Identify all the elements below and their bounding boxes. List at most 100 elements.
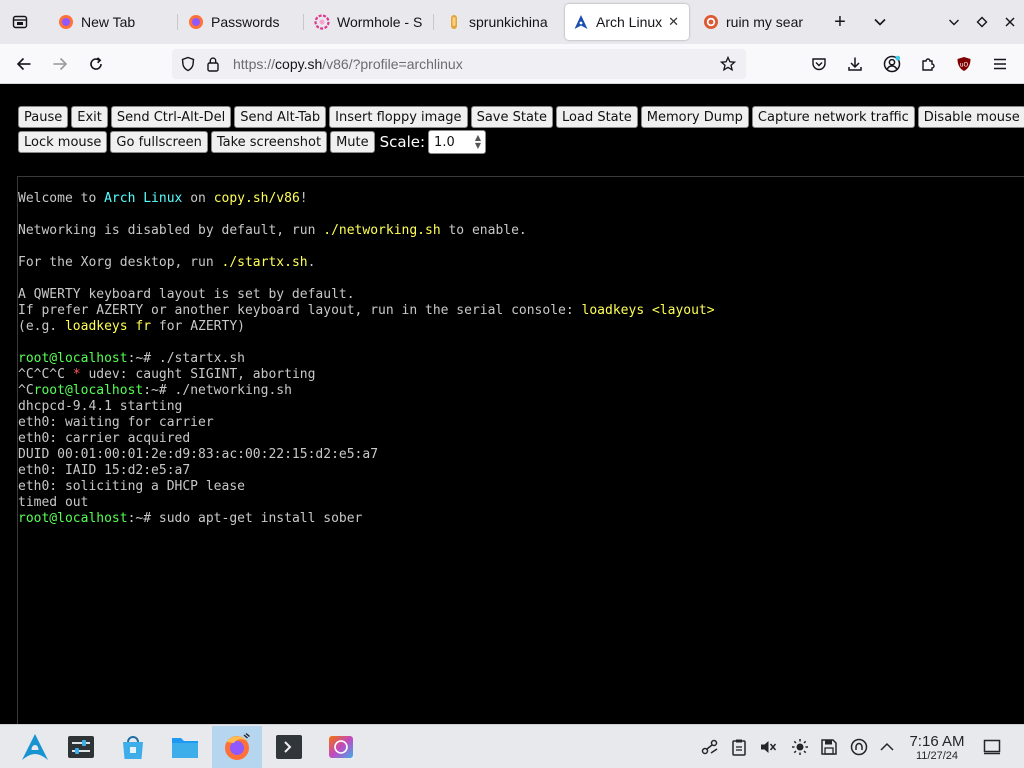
tray-expand-icon xyxy=(880,742,894,751)
tab-title: ruin my sear xyxy=(726,14,804,30)
tab-title: Arch Linux xyxy=(596,14,663,30)
save-icon xyxy=(821,739,837,755)
taskbar-firefox[interactable] xyxy=(212,726,262,768)
terminal-line: Welcome to Arch Linux on copy.sh/v86! xyxy=(18,191,715,207)
url-host: copy.sh xyxy=(275,56,323,72)
emulator-screen[interactable]: Welcome to Arch Linux on copy.sh/v86! Net… xyxy=(17,176,1024,724)
go-fullscreen-button[interactable]: Go fullscreen xyxy=(110,131,208,153)
pause-button[interactable]: Pause xyxy=(18,106,69,128)
digital-clock[interactable]: 7:16 AM 11/27/24 xyxy=(900,733,974,763)
tab-ruin-my-search[interactable]: ruin my sear xyxy=(695,4,815,40)
pocket-icon xyxy=(812,58,826,71)
terminal-text: copy.sh/v86 xyxy=(213,191,300,206)
taskbar-image-viewer[interactable] xyxy=(316,726,366,768)
site-info-button[interactable] xyxy=(200,49,226,79)
tray-storage[interactable] xyxy=(819,737,839,757)
controls-row-1: Pause Exit Send Ctrl-Alt-Del Send Alt-Tab In… xyxy=(18,106,1024,128)
navigation-toolbar: https://copy.sh/v86/?profile=archlinux u… xyxy=(0,44,1024,84)
capture-network-traffic-button[interactable]: Capture network traffic xyxy=(751,106,915,128)
send-alt-tab-button[interactable]: Send Alt-Tab xyxy=(234,106,327,128)
terminal-line: ^C^C^C * udev: caught SIGINT, aborting xyxy=(18,367,715,383)
tab-arch-linux[interactable]: Arch Linux ✕ xyxy=(565,4,689,40)
arch-launcher-icon xyxy=(22,734,48,760)
terminal-text: Networking is disabled by default, run xyxy=(18,223,324,238)
extensions-button[interactable] xyxy=(913,49,943,79)
tray-brightness[interactable] xyxy=(790,737,810,757)
save-state-button[interactable]: Save State xyxy=(470,106,554,128)
close-window-button[interactable] xyxy=(996,8,1024,36)
terminal-line: root@localhost:~# sudo apt-get install s… xyxy=(18,511,715,527)
tab-new-tab[interactable]: New Tab xyxy=(50,4,174,40)
volume-muted-icon xyxy=(761,741,777,753)
load-state-button[interactable]: Load State xyxy=(556,106,638,128)
duckduckgo-icon xyxy=(703,14,719,30)
terminal-text: ^C xyxy=(18,383,34,398)
terminal-text: eth0: carrier acquired xyxy=(18,431,191,446)
pocket-button[interactable] xyxy=(804,49,834,79)
terminal-text: root@localhost xyxy=(18,351,128,366)
system-settings-icon xyxy=(68,736,94,758)
terminal-icon xyxy=(276,735,302,759)
exit-button[interactable]: Exit xyxy=(71,106,108,128)
back-button[interactable] xyxy=(9,49,39,79)
firefox-icon xyxy=(188,14,204,30)
ublock-origin-button[interactable]: uO xyxy=(949,49,979,79)
tray-clipboard[interactable] xyxy=(729,737,749,757)
taskbar-discover[interactable] xyxy=(108,726,158,768)
tab-strip: New Tab Passwords Wormhole - S sprunkich… xyxy=(0,0,1024,44)
bookmark-star-button[interactable] xyxy=(713,49,743,79)
ublock-origin-icon: uO xyxy=(957,57,971,71)
terminal-text: (e.g. xyxy=(18,319,65,334)
maximize-icon xyxy=(976,16,988,28)
controls-row-2: Lock mouse Go fullscreen Take screenshot Mu… xyxy=(18,130,487,154)
tab-title: Wormhole - S xyxy=(337,14,422,30)
tray-expand[interactable] xyxy=(877,737,897,757)
tab-sprunki[interactable]: sprunkichina xyxy=(438,4,558,40)
taskbar-terminal[interactable] xyxy=(264,726,314,768)
list-all-tabs-button[interactable] xyxy=(866,8,894,36)
app-menu-button[interactable] xyxy=(985,49,1015,79)
tray-volume[interactable] xyxy=(758,737,778,757)
lock-icon xyxy=(207,57,219,72)
address-bar[interactable]: https://copy.sh/v86/?profile=archlinux xyxy=(172,49,746,79)
application-launcher[interactable] xyxy=(10,726,60,768)
terminal-text: Arch Linux xyxy=(104,191,183,206)
page-content: Pause Exit Send Ctrl-Alt-Del Send Alt-Tab In… xyxy=(0,84,1024,724)
star-icon xyxy=(720,56,736,72)
show-desktop-button[interactable] xyxy=(982,737,1002,757)
taskbar-file-manager[interactable] xyxy=(160,726,210,768)
url-text[interactable]: https://copy.sh/v86/?profile=archlinux xyxy=(233,56,463,72)
tracking-protection-button[interactable] xyxy=(174,49,202,79)
memory-dump-button[interactable]: Memory Dump xyxy=(640,106,749,128)
tab-wormhole[interactable]: Wormhole - S xyxy=(306,4,430,40)
forward-button[interactable] xyxy=(45,49,75,79)
arch-icon xyxy=(573,14,589,30)
account-button[interactable] xyxy=(877,49,907,79)
tab-passwords[interactable]: Passwords xyxy=(180,4,300,40)
spinner-arrows-icon[interactable]: ▲ ▼ xyxy=(475,134,481,150)
maximize-button[interactable] xyxy=(968,8,996,36)
tray-updates[interactable] xyxy=(849,737,869,757)
lock-mouse-button[interactable]: Lock mouse xyxy=(18,131,108,153)
firefox-view-button[interactable] xyxy=(4,6,36,38)
scale-input[interactable]: 1.0 ▲ ▼ xyxy=(428,130,487,154)
clipboard-icon xyxy=(732,739,746,756)
mute-button[interactable]: Mute xyxy=(330,131,375,153)
insert-floppy-image-button[interactable]: Insert floppy image xyxy=(329,106,468,128)
terminal-text: :~# ./startx.sh xyxy=(127,351,245,366)
reload-button[interactable] xyxy=(81,49,111,79)
taskbar-system-settings[interactable] xyxy=(56,726,106,768)
close-icon xyxy=(1005,17,1015,27)
close-tab-icon[interactable]: ✕ xyxy=(668,14,679,30)
disable-mouse-button[interactable]: Disable mouse xyxy=(917,106,1024,128)
send-ctrl-alt-del-button[interactable]: Send Ctrl-Alt-Del xyxy=(110,106,232,128)
tab-title: New Tab xyxy=(81,14,136,30)
take-screenshot-button[interactable]: Take screenshot xyxy=(210,131,328,153)
downloads-button[interactable] xyxy=(840,49,870,79)
minimize-button[interactable] xyxy=(940,8,968,36)
shield-icon xyxy=(181,56,195,72)
new-tab-button[interactable]: + xyxy=(826,8,854,36)
terminal-line: ^Croot@localhost:~# ./networking.sh xyxy=(18,383,715,399)
tray-network[interactable] xyxy=(700,737,720,757)
